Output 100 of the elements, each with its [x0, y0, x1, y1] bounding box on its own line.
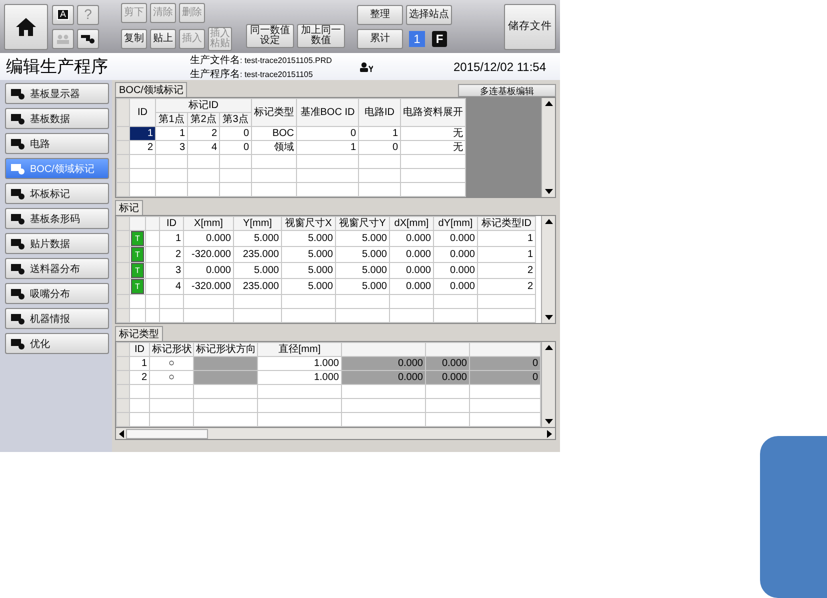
organize-button[interactable]: 整理 — [357, 4, 403, 24]
table-cell: 0 — [220, 126, 252, 140]
table-cell: 无 — [400, 140, 466, 154]
device-icon — [11, 212, 25, 224]
column-header: 标记类型 — [252, 98, 296, 126]
table-cell: 0.000 — [434, 262, 478, 278]
people-icon — [56, 34, 70, 44]
save-button[interactable]: 储存文件 — [504, 4, 556, 50]
table-cell: 0.000 — [184, 230, 234, 246]
column-header: dX[mm] — [390, 216, 434, 230]
table-cell: 235.000 — [234, 278, 282, 294]
table-cell: 0 — [358, 140, 400, 154]
column-header: 电路ID — [358, 98, 400, 126]
scrollbar[interactable] — [541, 216, 555, 323]
table-cell: 1 — [478, 230, 536, 246]
value-button[interactable]: 同一数值设定 — [246, 24, 294, 48]
table-cell: 无 — [400, 126, 466, 140]
station-number: 1 — [409, 30, 425, 46]
sidebar-item[interactable]: 贴片数据 — [5, 233, 109, 254]
edit-button[interactable]: 复制 — [121, 28, 147, 48]
down-arrow-icon — [544, 315, 552, 320]
sidebar-item[interactable]: 基板显示器 — [5, 83, 109, 104]
table-cell: 1 — [478, 246, 536, 262]
column-group-header: 标记ID — [156, 98, 252, 112]
table-cell: 0.000 — [390, 230, 434, 246]
date-time: 2015/12/02 11:54 — [453, 60, 546, 74]
column-header: 视窗尺寸Y — [336, 216, 390, 230]
table-cell: 3 — [156, 140, 188, 154]
table-cell: 3 — [160, 262, 184, 278]
column-header: 第1点 — [156, 112, 188, 126]
column-header: 第2点 — [188, 112, 220, 126]
multi-edit-button[interactable]: 多连基板编辑 — [458, 84, 556, 97]
column-header: 基准BOC ID — [296, 98, 358, 126]
column-header: ID — [130, 342, 150, 356]
down-arrow-icon — [544, 189, 552, 194]
program-name: : test-trace20151105 — [240, 70, 313, 78]
table-cell: 5.000 — [336, 230, 390, 246]
table-cell: 领域 — [252, 140, 296, 154]
table-cell: 5.000 — [282, 246, 336, 262]
column-header: 标记类型ID — [478, 216, 536, 230]
station-button[interactable]: 选择站点 — [406, 4, 452, 24]
table-cell: 2 — [188, 126, 220, 140]
device-icon — [11, 312, 25, 324]
file-name: : test-trace20151105.PRD — [240, 56, 332, 64]
table-cell: 1.000 — [258, 356, 342, 370]
device-icon — [11, 338, 25, 350]
table-cell: 0.000 — [342, 356, 426, 370]
panel-tab[interactable]: 标记 — [115, 200, 143, 215]
page-title: 编辑生产程序 — [6, 56, 109, 78]
column-header: 标记形状 — [150, 342, 194, 356]
table-cell: 1.000 — [258, 370, 342, 384]
column-header: Y[mm] — [234, 216, 282, 230]
table-cell: 5.000 — [282, 230, 336, 246]
right-arrow-icon — [547, 430, 552, 438]
device-icon — [11, 262, 25, 274]
sidebar-item[interactable]: 送料器分布 — [5, 258, 109, 279]
table-cell: 0.000 — [184, 262, 234, 278]
sidebar-item[interactable]: 坏板标记 — [5, 183, 109, 204]
home-icon — [15, 16, 37, 36]
edit-button[interactable]: 贴上 — [150, 28, 176, 48]
panel-tab[interactable]: BOC/领域标记 — [115, 82, 188, 97]
panel-tab[interactable]: 标记类型 — [115, 326, 163, 341]
table-cell: 0.000 — [390, 262, 434, 278]
table-cell: 0.000 — [434, 278, 478, 294]
tool-button[interactable] — [77, 28, 99, 48]
scrollbar[interactable] — [541, 98, 555, 197]
table-cell: 5.000 — [282, 262, 336, 278]
scrollbar[interactable] — [541, 342, 555, 427]
table-cell: 1 — [156, 126, 188, 140]
sidebar-item[interactable]: 电路 — [5, 133, 109, 154]
table-cell: 1 — [130, 356, 150, 370]
table-cell: 5.000 — [336, 246, 390, 262]
sidebar-item[interactable]: 基板条形码 — [5, 208, 109, 229]
table-cell: 5.000 — [282, 278, 336, 294]
sidebar-item[interactable]: 吸嘴分布 — [5, 283, 109, 304]
up-arrow-icon — [544, 219, 552, 224]
device-icon — [11, 288, 25, 300]
table-cell: 2 — [160, 246, 184, 262]
tool-icon — [81, 34, 95, 44]
column-header: X[mm] — [184, 216, 234, 230]
table-cell: 0.000 — [426, 370, 470, 384]
device-icon — [11, 188, 25, 200]
column-header: ID — [160, 216, 184, 230]
value-button[interactable]: 加上同一数值 — [297, 24, 345, 48]
table-cell: 0.000 — [434, 230, 478, 246]
table-cell: 0 — [470, 370, 540, 384]
column-header: dY[mm] — [434, 216, 478, 230]
sidebar-item[interactable]: 优化 — [5, 333, 109, 354]
column-header: 电路资料展开 — [400, 98, 466, 126]
sidebar-item[interactable]: 机器情报 — [5, 308, 109, 329]
home-button[interactable] — [4, 4, 48, 50]
column-header: 视窗尺寸X — [282, 216, 336, 230]
device-icon — [11, 138, 25, 150]
down-arrow-icon — [544, 419, 552, 424]
horizontal-scrollbar[interactable] — [115, 428, 556, 440]
font-button[interactable]: A — [52, 4, 74, 24]
sidebar-item[interactable]: 基板数据 — [5, 108, 109, 129]
table-cell: 4 — [188, 140, 220, 154]
total-button[interactable]: 累计 — [357, 28, 403, 48]
device-icon — [11, 88, 25, 100]
